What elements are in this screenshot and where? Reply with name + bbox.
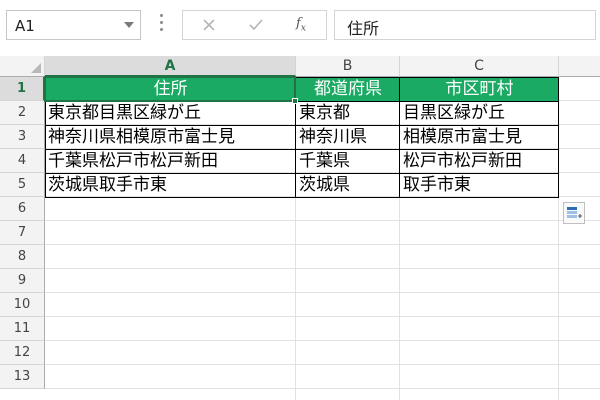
row-header-3[interactable]: 3 xyxy=(0,125,45,149)
row-header-11[interactable]: 11 xyxy=(0,317,45,341)
check-icon xyxy=(249,19,263,31)
cell-b3[interactable]: 神奈川県 xyxy=(296,125,400,149)
cell-a1[interactable]: 住所 xyxy=(45,77,296,101)
cell-b5[interactable]: 茨城県 xyxy=(296,173,400,197)
function-icon: fx xyxy=(296,16,306,34)
cell-a3[interactable]: 神奈川県相模原市富士見 xyxy=(45,125,296,149)
flash-fill-options-icon xyxy=(567,207,582,218)
table-divider xyxy=(45,101,559,102)
row-header-8[interactable]: 8 xyxy=(0,245,45,269)
cell-area[interactable]: 住所 都道府県 市区町村 東京都目黒区緑が丘 東京都 目黒区緑が丘 神奈川県相模… xyxy=(45,77,600,400)
row-header-12[interactable]: 12 xyxy=(0,341,45,365)
column-header-b[interactable]: B xyxy=(296,56,400,77)
cell-a4[interactable]: 千葉県松戸市松戸新田 xyxy=(45,149,296,173)
formula-bar: A1 fx 住所 xyxy=(0,0,600,56)
cell-c2[interactable]: 目黒区緑が丘 xyxy=(400,101,559,125)
row-header-2[interactable]: 2 xyxy=(0,101,45,125)
formula-tools: fx xyxy=(182,10,327,40)
formula-input[interactable]: 住所 xyxy=(334,10,596,40)
cell-c3[interactable]: 相模原市富士見 xyxy=(400,125,559,149)
cancel-button[interactable] xyxy=(189,11,229,39)
flash-fill-options-button[interactable] xyxy=(563,202,585,224)
row-header-5[interactable]: 5 xyxy=(0,173,45,197)
cell-c5[interactable]: 取手市東 xyxy=(400,173,559,197)
more-options-icon[interactable] xyxy=(160,14,164,34)
table-divider xyxy=(45,149,559,150)
cell-a2[interactable]: 東京都目黒区緑が丘 xyxy=(45,101,296,125)
cell-c4[interactable]: 松戸市松戸新田 xyxy=(400,149,559,173)
row-header-7[interactable]: 7 xyxy=(0,221,45,245)
cell-b2[interactable]: 東京都 xyxy=(296,101,400,125)
select-all-button[interactable] xyxy=(0,56,45,77)
row-header-6[interactable]: 6 xyxy=(0,197,45,221)
row-header-1[interactable]: 1 xyxy=(0,77,45,101)
cell-b1[interactable]: 都道府県 xyxy=(296,77,400,101)
row-header-9[interactable]: 9 xyxy=(0,269,45,293)
column-header-c[interactable]: C xyxy=(400,56,559,77)
chevron-down-icon[interactable] xyxy=(124,22,134,28)
table-divider xyxy=(399,77,400,198)
insert-function-button[interactable]: fx xyxy=(281,11,321,39)
enter-button[interactable] xyxy=(236,11,276,39)
table-divider xyxy=(45,173,559,174)
formula-content: 住所 xyxy=(347,19,380,38)
column-header-a[interactable]: A xyxy=(45,56,296,77)
name-box-value: A1 xyxy=(15,17,35,35)
select-all-icon xyxy=(31,63,41,73)
cell-a5[interactable]: 茨城県取手市東 xyxy=(45,173,296,197)
table-divider xyxy=(295,77,296,198)
name-box[interactable]: A1 xyxy=(6,10,141,40)
table-divider xyxy=(45,125,559,126)
cell-b4[interactable]: 千葉県 xyxy=(296,149,400,173)
cell-c1[interactable]: 市区町村 xyxy=(400,77,559,101)
close-icon xyxy=(203,19,215,31)
worksheet-grid: A B C 1 2 3 4 5 6 7 8 9 10 11 12 13 住所 都… xyxy=(0,56,600,400)
row-header-10[interactable]: 10 xyxy=(0,293,45,317)
column-header-d[interactable] xyxy=(559,56,600,77)
row-header-13[interactable]: 13 xyxy=(0,365,45,389)
row-header-4[interactable]: 4 xyxy=(0,149,45,173)
fill-handle[interactable] xyxy=(292,98,298,104)
